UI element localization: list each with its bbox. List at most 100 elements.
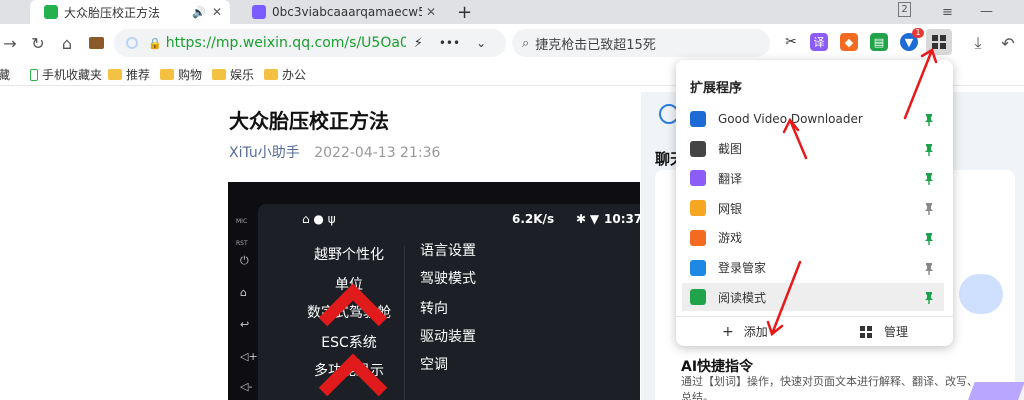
home-icon[interactable]: ⌂ <box>57 33 77 53</box>
bookmark-item[interactable]: 购物 <box>160 66 202 83</box>
speaker-icon[interactable]: 🔊 <box>192 6 206 19</box>
bookmark-item[interactable]: 手机收藏夹 <box>30 66 102 83</box>
extension-label: 阅读模式 <box>718 290 767 305</box>
bookmark-label: 购物 <box>178 68 203 82</box>
undo-icon[interactable]: ↶ <box>998 33 1018 53</box>
flash-icon[interactable]: ⚡ <box>414 36 423 51</box>
bookmark-label: 推荐 <box>126 68 151 82</box>
add-label: 添加 <box>743 325 768 339</box>
close-icon[interactable]: ✕ <box>212 5 222 19</box>
pin-icon[interactable] <box>922 201 936 216</box>
bookmark-item[interactable]: 推荐 <box>108 66 150 83</box>
chevron-down-icon[interactable]: ⌄ <box>476 36 486 50</box>
briefcase-icon[interactable] <box>86 33 106 53</box>
tab-title: 0bc3viabcaaarqamaecw5bn <box>272 5 422 19</box>
browser-window: 大众胎压校正方法 🔊 ✕ 0bc3viabcaaarqamaecw5bn ✕ +… <box>0 0 1024 400</box>
pin-icon[interactable] <box>922 112 936 126</box>
volume-icon: ◁+ <box>240 350 258 363</box>
scissors-icon[interactable]: ✂ <box>782 33 800 51</box>
reading-mode-icon[interactable]: ▤ <box>870 33 888 51</box>
menu-item: 空调 <box>420 357 448 373</box>
bookmark-item[interactable]: 娱乐 <box>212 66 254 83</box>
extensions-button[interactable] <box>926 29 952 55</box>
search-bar[interactable]: ⌕ 捷克枪击已致超15死 <box>512 29 770 57</box>
bookmark-label: 办公 <box>282 68 307 82</box>
video-downloader-icon <box>690 111 706 127</box>
bookmark-label: 手机收藏夹 <box>42 68 103 82</box>
extension-row[interactable]: 游戏 <box>682 224 944 252</box>
clock: 10:37 <box>604 212 640 226</box>
author-link[interactable]: XiTu小助手 <box>229 145 300 161</box>
tab-active[interactable]: 大众胎压校正方法 🔊 ✕ <box>30 0 230 24</box>
bookmark-label: 藏 <box>0 68 11 82</box>
article-meta: XiTu小助手 2022-04-13 21:36 <box>229 142 440 162</box>
close-icon[interactable]: ✕ <box>426 5 436 19</box>
url-text[interactable]: https://mp.weixin.qq.com/s/U5Oa0fRp <box>166 35 406 51</box>
menu-icon[interactable]: ≡ <box>942 5 953 20</box>
article-image: MIC RST ⏻ ⌂ ↩ ◁+ ◁- ⌂ ● ψ 6.2K/s ✱ ▼ 10:… <box>228 182 640 400</box>
translate-icon[interactable]: 译 <box>810 33 828 51</box>
pin-icon[interactable] <box>922 261 936 275</box>
site-info-icon[interactable] <box>126 37 138 49</box>
translate-icon <box>690 170 706 187</box>
manage-extensions-button[interactable]: 管理 <box>860 323 908 340</box>
tab-strip: 大众胎压校正方法 🔊 ✕ 0bc3viabcaaarqamaecw5bn ✕ +… <box>0 0 1024 24</box>
reading-mode-icon <box>690 289 706 306</box>
bookmark-label: 娱乐 <box>230 68 255 82</box>
tab-count-button[interactable]: 2 <box>898 2 911 17</box>
extension-row[interactable]: 翻译 <box>682 164 944 192</box>
volume-down-icon: ◁- <box>240 380 253 393</box>
folder-icon <box>160 69 174 80</box>
plus-icon: + <box>722 323 734 340</box>
search-input[interactable]: 捷克枪击已致超15死 <box>535 34 656 53</box>
infotainment-screen: ⌂ ● ψ 6.2K/s ✱ ▼ 10:37 越野个性化 单位 数字式驾驶舱 E… <box>258 204 640 400</box>
minimize-button[interactable]: — <box>980 4 993 19</box>
publish-date: 2022-04-13 21:36 <box>314 145 441 161</box>
article-title: 大众胎压校正方法 <box>229 109 389 133</box>
tab-inactive[interactable]: 0bc3viabcaaarqamaecw5bn ✕ <box>240 0 444 24</box>
extension-row[interactable]: 截图 <box>682 135 944 163</box>
forward-icon[interactable]: → <box>0 33 20 53</box>
bookmark-item[interactable]: 办公 <box>264 66 306 83</box>
signal-icons: ✱ ▼ <box>576 212 600 226</box>
more-icon[interactable]: ••• <box>439 36 460 50</box>
reload-icon[interactable]: ↻ <box>28 33 48 53</box>
red-chevron-marks <box>318 283 388 397</box>
extension-row[interactable]: 登录管家 <box>682 254 944 282</box>
extension-badge: 1 <box>912 28 924 38</box>
extension-row[interactable]: 阅读模式 <box>682 283 944 312</box>
pin-icon[interactable] <box>922 231 936 245</box>
back-icon: ↩ <box>240 318 250 331</box>
download-icon[interactable]: ⤓ <box>968 33 988 53</box>
folder-icon <box>264 69 278 80</box>
extension-row[interactable]: Good Video Downloader <box>682 105 944 133</box>
pin-icon[interactable] <box>922 171 936 186</box>
status-icons: ⌂ ● ψ <box>302 212 336 226</box>
tab-title: 大众胎压校正方法 <box>64 5 161 20</box>
login-manager-icon <box>690 259 706 276</box>
menu-item: 语言设置 <box>420 243 476 259</box>
bank-icon <box>690 200 706 217</box>
extension-label: Good Video Downloader <box>718 112 863 126</box>
mic-label: MIC <box>236 218 248 225</box>
ai-shortcut-title: AI快捷指令 <box>681 359 754 375</box>
bookmark-item[interactable]: 藏 <box>0 66 10 83</box>
divider <box>404 246 405 400</box>
home-icon: ⌂ <box>240 286 247 299</box>
extension-row[interactable]: 网银 <box>682 194 944 222</box>
chat-bubble-icon <box>959 274 1003 314</box>
address-bar[interactable]: 🔒 https://mp.weixin.qq.com/s/U5Oa0fRp ⚡ … <box>114 29 506 57</box>
folder-icon <box>212 69 226 80</box>
game-icon[interactable]: ◆ <box>840 33 858 51</box>
extension-label: 翻译 <box>718 171 743 186</box>
extensions-popup: 扩展程序 Good Video Downloader 截图翻译网银 游戏 登录管家阅读… <box>676 60 953 346</box>
menu-item: 驾驶模式 <box>420 271 476 287</box>
extension-label: 截图 <box>718 142 743 157</box>
pin-icon[interactable] <box>922 142 936 156</box>
add-extension-button[interactable]: + 添加 <box>722 323 768 340</box>
menu-item: 驱动装置 <box>420 329 476 345</box>
speed-readout: 6.2K/s <box>512 212 555 226</box>
new-tab-button[interactable]: + <box>457 2 472 23</box>
pin-icon[interactable] <box>922 290 936 305</box>
popup-title: 扩展程序 <box>690 81 743 96</box>
